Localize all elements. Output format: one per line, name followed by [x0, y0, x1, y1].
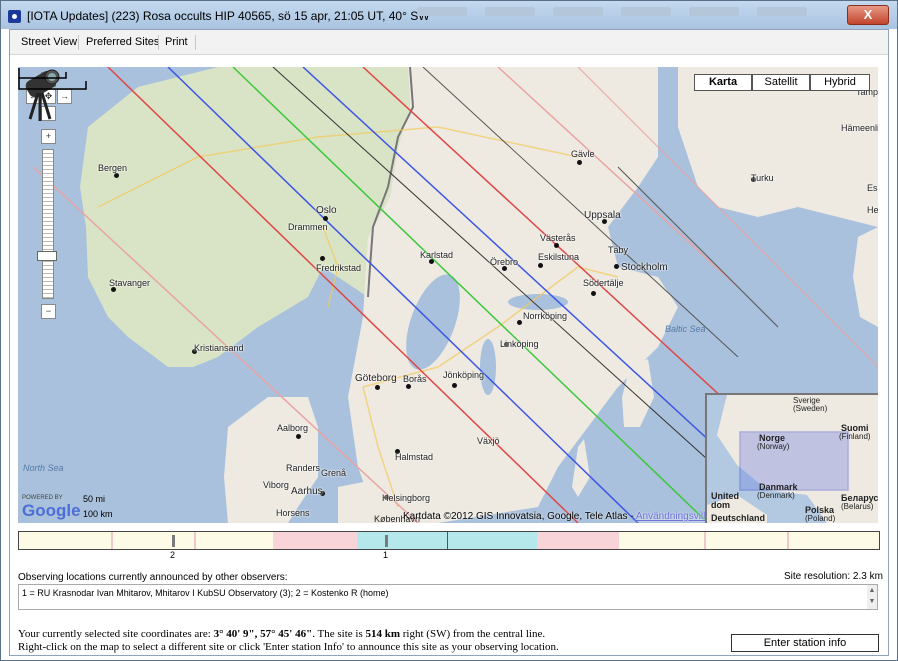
city-label: Stockholm	[621, 262, 668, 273]
map-attribution: Kartdata ©2012 GIS Innovatsia, Google, T…	[403, 511, 720, 522]
city-marker	[323, 216, 328, 221]
menu-separator	[195, 35, 196, 50]
timeline-tick	[194, 532, 196, 549]
zoom-slider-track[interactable]	[42, 149, 54, 299]
timeline-tick	[111, 532, 113, 549]
timeline-center-line	[447, 532, 448, 549]
observers-list-box[interactable]: 1 = RU Krasnodar Ivan Mhitarov, Mhitarov…	[18, 584, 878, 610]
observers-scrollbar[interactable]: ▲ ▼	[867, 585, 877, 609]
city-label: Horsens	[276, 508, 310, 518]
enter-station-info-button[interactable]: Enter station info	[731, 634, 879, 652]
sea-label: North Sea	[23, 463, 64, 473]
observer-marker-label: 2	[170, 550, 176, 560]
city-marker	[517, 320, 522, 325]
observers-list-text: 1 = RU Krasnodar Ivan Mhitarov, Mhitarov…	[22, 588, 389, 598]
menu-street-view[interactable]: Street View	[21, 36, 77, 48]
menu-separator	[78, 35, 79, 50]
city-label: Randers	[286, 463, 321, 473]
city-label: Oslo	[316, 205, 337, 216]
city-label: Karlstad	[420, 250, 454, 260]
city-marker	[296, 434, 301, 439]
city-marker	[577, 160, 582, 165]
scale-km: 100 km	[83, 509, 113, 519]
city-label: Stavanger	[109, 278, 151, 288]
close-button[interactable]: X	[847, 5, 889, 25]
background-window-tabs	[417, 7, 837, 21]
city-label: Kristiansand	[194, 343, 244, 353]
timeline-sigma-zone	[273, 532, 357, 549]
city-label: Aarhus	[291, 486, 323, 497]
city-label: Jönköping	[443, 370, 485, 380]
city-label: Norrköping	[523, 311, 568, 321]
city-label: Espo	[867, 183, 878, 193]
city-marker	[538, 263, 543, 268]
window-title: [IOTA Updates] (223) Rosa occults HIP 40…	[27, 9, 430, 23]
map-type-hybrid-button[interactable]: Hybrid	[810, 74, 870, 91]
city-label: Täby	[608, 245, 629, 255]
city-label: He	[867, 205, 878, 215]
city-label: Turku	[751, 173, 774, 183]
zoom-in-button[interactable]: +	[41, 129, 56, 144]
observer-marker-label: 1	[383, 550, 389, 560]
city-label: Borås	[403, 374, 427, 384]
city-label: Halmstad	[395, 452, 434, 462]
city-marker	[406, 384, 411, 389]
menu-separator	[158, 35, 159, 50]
city-label: Hämeenli	[841, 123, 878, 133]
menu-bar: Street View Preferred Sites Print	[10, 30, 888, 55]
city-label: Södertälje	[583, 278, 624, 288]
city-label: Uppsala	[584, 210, 621, 221]
path-timeline[interactable]	[18, 531, 880, 550]
app-window: [IOTA Updates] (223) Rosa occults HIP 40…	[0, 0, 898, 661]
city-label: Bergen	[98, 163, 128, 173]
city-marker	[452, 383, 457, 388]
city-label: Göteborg	[355, 373, 397, 384]
city-label: Aalborg	[277, 423, 309, 433]
city-label: Eskilstuna	[538, 252, 580, 262]
sea-label: Baltic Sea	[665, 324, 706, 334]
scale-miles: 50 mi	[83, 494, 106, 504]
site-resolution: Site resolution: 2.3 km	[784, 571, 883, 582]
zoom-out-button[interactable]: −	[41, 304, 56, 319]
observer-marker-2[interactable]	[172, 535, 175, 547]
occultation-map[interactable]: Bergen Oslo Drammen Fredrikstad Stavange…	[18, 67, 878, 523]
site-distance: 514 km	[365, 628, 401, 640]
scale-bar	[18, 68, 87, 90]
timeline-tick	[787, 532, 789, 549]
city-marker	[320, 256, 325, 261]
city-marker	[375, 385, 380, 390]
site-coordinates: 3° 40' 9", 57° 45' 46"	[213, 628, 313, 640]
app-icon	[8, 10, 21, 23]
city-marker	[591, 291, 596, 296]
city-marker	[554, 243, 559, 248]
city-marker	[114, 173, 119, 178]
city-label: Linköping	[500, 339, 539, 349]
city-label: Viborg	[263, 480, 289, 490]
city-label: Gävle	[571, 149, 595, 159]
title-bar: [IOTA Updates] (223) Rosa occults HIP 40…	[1, 1, 897, 29]
city-label: Växjö	[477, 436, 500, 446]
city-label: Helsingborg	[382, 493, 431, 503]
menu-preferred-sites[interactable]: Preferred Sites	[86, 36, 159, 48]
map-type-satellit-button[interactable]: Satellit	[752, 74, 810, 91]
zoom-slider-thumb[interactable]	[37, 251, 57, 261]
city-label: Västerås	[540, 233, 576, 243]
city-label: Drammen	[288, 222, 328, 232]
map-type-karta-button[interactable]: Karta	[694, 74, 752, 91]
observers-label: Observing locations currently announced …	[18, 572, 288, 583]
overview-map[interactable]: Sverige (Sweden) Suomi (Finland) Norge (…	[705, 393, 878, 523]
observer-marker-1[interactable]	[385, 535, 388, 547]
city-label: Örebro	[490, 257, 519, 267]
menu-print[interactable]: Print	[165, 36, 188, 48]
site-coordinates-text: Your currently selected site coordinates…	[18, 628, 546, 640]
timeline-tick	[704, 532, 706, 549]
google-logo[interactable]: Google	[22, 501, 81, 521]
city-label: Grenå	[321, 468, 347, 478]
city-label: Fredrikstad	[316, 263, 362, 273]
main-content: Street View Preferred Sites Print Bergen…	[9, 29, 889, 656]
city-marker	[614, 264, 619, 269]
timeline-sigma-zone	[537, 532, 619, 549]
site-instructions: Right-click on the map to select a diffe…	[18, 641, 559, 653]
